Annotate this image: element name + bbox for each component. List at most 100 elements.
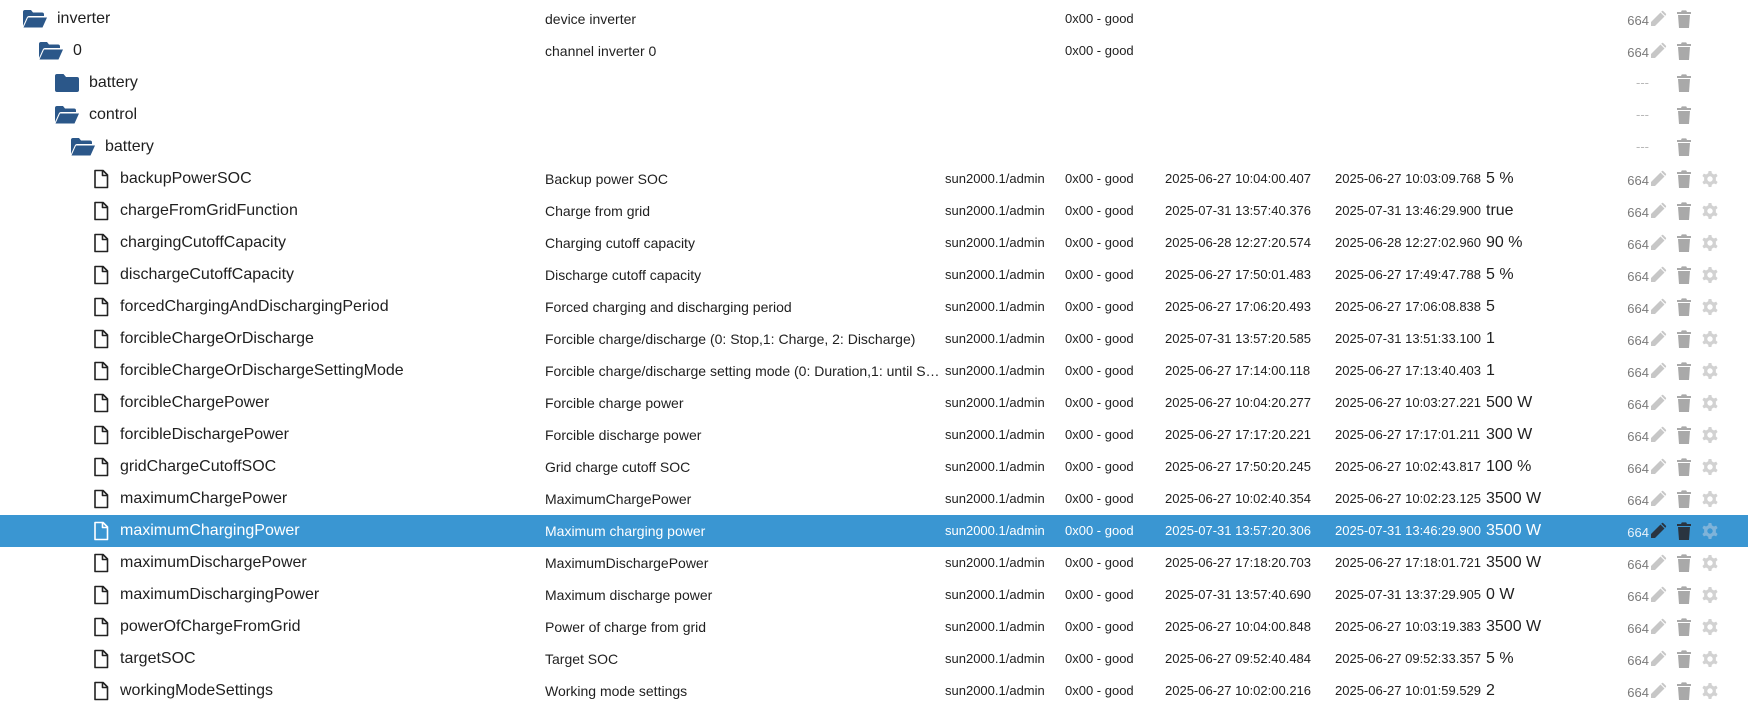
object-name[interactable]: maximumDischargingPower xyxy=(120,579,319,611)
folder-open-icon[interactable] xyxy=(54,99,80,131)
object-value[interactable]: 100 % xyxy=(1486,451,1596,483)
gear-icon[interactable] xyxy=(1699,291,1721,323)
object-value[interactable]: 1 xyxy=(1486,323,1596,355)
state-row[interactable]: forcedChargingAndDischargingPeriod Force… xyxy=(0,291,1748,323)
object-name[interactable]: forcibleDischargePower xyxy=(120,419,289,451)
state-row[interactable]: forcibleChargeOrDischargeSettingMode For… xyxy=(0,355,1748,387)
object-name[interactable]: forcedChargingAndDischargingPeriod xyxy=(120,291,389,323)
acl-value[interactable]: 664 xyxy=(1605,357,1649,389)
gear-icon[interactable] xyxy=(1699,547,1721,579)
state-row[interactable]: workingModeSettings Working mode setting… xyxy=(0,675,1748,707)
object-name[interactable]: forcibleChargeOrDischarge xyxy=(120,323,314,355)
object-value[interactable]: 500 W xyxy=(1486,387,1596,419)
folder-row-control[interactable]: control --- xyxy=(0,99,1748,131)
gear-icon[interactable] xyxy=(1699,515,1721,547)
pencil-icon[interactable] xyxy=(1647,547,1669,579)
pencil-icon[interactable] xyxy=(1647,35,1669,67)
object-name[interactable]: 0 xyxy=(73,35,82,67)
object-value[interactable]: 3500 W xyxy=(1486,483,1596,515)
gear-icon[interactable] xyxy=(1699,611,1721,643)
pencil-icon[interactable] xyxy=(1647,163,1669,195)
acl-value[interactable]: 664 xyxy=(1605,677,1649,709)
pencil-icon[interactable] xyxy=(1647,3,1669,35)
object-name[interactable]: maximumDischargePower xyxy=(120,547,307,579)
object-name[interactable]: maximumChargePower xyxy=(120,483,287,515)
object-name[interactable]: control xyxy=(89,99,137,131)
object-value[interactable]: 5 % xyxy=(1486,163,1596,195)
gear-icon[interactable] xyxy=(1699,643,1721,675)
object-name[interactable]: backupPowerSOC xyxy=(120,163,252,195)
state-row[interactable]: maximumDischargePower MaximumDischargePo… xyxy=(0,547,1748,579)
acl-value[interactable]: 664 xyxy=(1605,581,1649,613)
gear-icon[interactable] xyxy=(1699,675,1721,707)
trash-icon[interactable] xyxy=(1673,67,1695,99)
trash-icon[interactable] xyxy=(1673,451,1695,483)
state-row[interactable]: maximumChargingPower Maximum charging po… xyxy=(0,515,1748,547)
acl-value[interactable]: 664 xyxy=(1605,325,1649,357)
object-value[interactable]: 5 xyxy=(1486,291,1596,323)
trash-icon[interactable] xyxy=(1673,163,1695,195)
acl-value[interactable]: 664 xyxy=(1605,613,1649,645)
trash-icon[interactable] xyxy=(1673,323,1695,355)
object-value[interactable]: 1 xyxy=(1486,355,1596,387)
acl-value[interactable]: 664 xyxy=(1605,421,1649,453)
trash-icon[interactable] xyxy=(1673,291,1695,323)
object-value[interactable]: 3500 W xyxy=(1486,515,1596,547)
pencil-icon[interactable] xyxy=(1647,323,1669,355)
gear-icon[interactable] xyxy=(1699,419,1721,451)
acl-value[interactable]: 664 xyxy=(1605,197,1649,229)
object-value[interactable]: 300 W xyxy=(1486,419,1596,451)
gear-icon[interactable] xyxy=(1699,579,1721,611)
acl-value[interactable]: 664 xyxy=(1605,229,1649,261)
object-name[interactable]: gridChargeCutoffSOC xyxy=(120,451,276,483)
folder-row-0[interactable]: 0 channel inverter 0 0x00 - good 664 xyxy=(0,35,1748,67)
object-name[interactable]: forcibleChargeOrDischargeSettingMode xyxy=(120,355,404,387)
acl-value[interactable]: 664 xyxy=(1605,389,1649,421)
trash-icon[interactable] xyxy=(1673,259,1695,291)
trash-icon[interactable] xyxy=(1673,99,1695,131)
object-name[interactable]: chargingCutoffCapacity xyxy=(120,227,286,259)
object-name[interactable]: inverter xyxy=(57,3,110,35)
object-value[interactable]: 3500 W xyxy=(1486,547,1596,579)
object-name[interactable]: forcibleChargePower xyxy=(120,387,269,419)
gear-icon[interactable] xyxy=(1699,195,1721,227)
state-row[interactable]: chargeFromGridFunction Charge from grid … xyxy=(0,195,1748,227)
acl-value[interactable]: 664 xyxy=(1605,165,1649,197)
gear-icon[interactable] xyxy=(1699,387,1721,419)
pencil-icon[interactable] xyxy=(1647,259,1669,291)
object-name[interactable]: powerOfChargeFromGrid xyxy=(120,611,301,643)
acl-value[interactable]: 664 xyxy=(1605,5,1649,37)
object-name[interactable]: workingModeSettings xyxy=(120,675,273,707)
trash-icon[interactable] xyxy=(1673,579,1695,611)
trash-icon[interactable] xyxy=(1673,355,1695,387)
object-name[interactable]: targetSOC xyxy=(120,643,196,675)
trash-icon[interactable] xyxy=(1673,675,1695,707)
object-value[interactable]: 5 % xyxy=(1486,259,1596,291)
pencil-icon[interactable] xyxy=(1647,515,1669,547)
acl-value[interactable]: 664 xyxy=(1605,645,1649,677)
state-row[interactable]: chargingCutoffCapacity Charging cutoff c… xyxy=(0,227,1748,259)
folder-row-inverter[interactable]: inverter device inverter 0x00 - good 664 xyxy=(0,3,1748,35)
acl-value[interactable]: 664 xyxy=(1605,261,1649,293)
pencil-icon[interactable] xyxy=(1647,451,1669,483)
acl-value[interactable]: 664 xyxy=(1605,37,1649,69)
folder-open-icon[interactable] xyxy=(70,131,96,163)
folder-open-icon[interactable] xyxy=(22,3,48,35)
trash-icon[interactable] xyxy=(1673,611,1695,643)
object-value[interactable]: 90 % xyxy=(1486,227,1596,259)
folder-row-control-battery[interactable]: battery --- xyxy=(0,131,1748,163)
object-value[interactable]: 3500 W xyxy=(1486,611,1596,643)
gear-icon[interactable] xyxy=(1699,355,1721,387)
state-row[interactable]: powerOfChargeFromGrid Power of charge fr… xyxy=(0,611,1748,643)
pencil-icon[interactable] xyxy=(1647,483,1669,515)
acl-value[interactable]: 664 xyxy=(1605,453,1649,485)
state-row[interactable]: forcibleChargePower Forcible charge powe… xyxy=(0,387,1748,419)
object-name[interactable]: maximumChargingPower xyxy=(120,515,300,547)
object-name[interactable]: chargeFromGridFunction xyxy=(120,195,298,227)
pencil-icon[interactable] xyxy=(1647,227,1669,259)
gear-icon[interactable] xyxy=(1699,163,1721,195)
gear-icon[interactable] xyxy=(1699,483,1721,515)
pencil-icon[interactable] xyxy=(1647,419,1669,451)
gear-icon[interactable] xyxy=(1699,259,1721,291)
pencil-icon[interactable] xyxy=(1647,387,1669,419)
